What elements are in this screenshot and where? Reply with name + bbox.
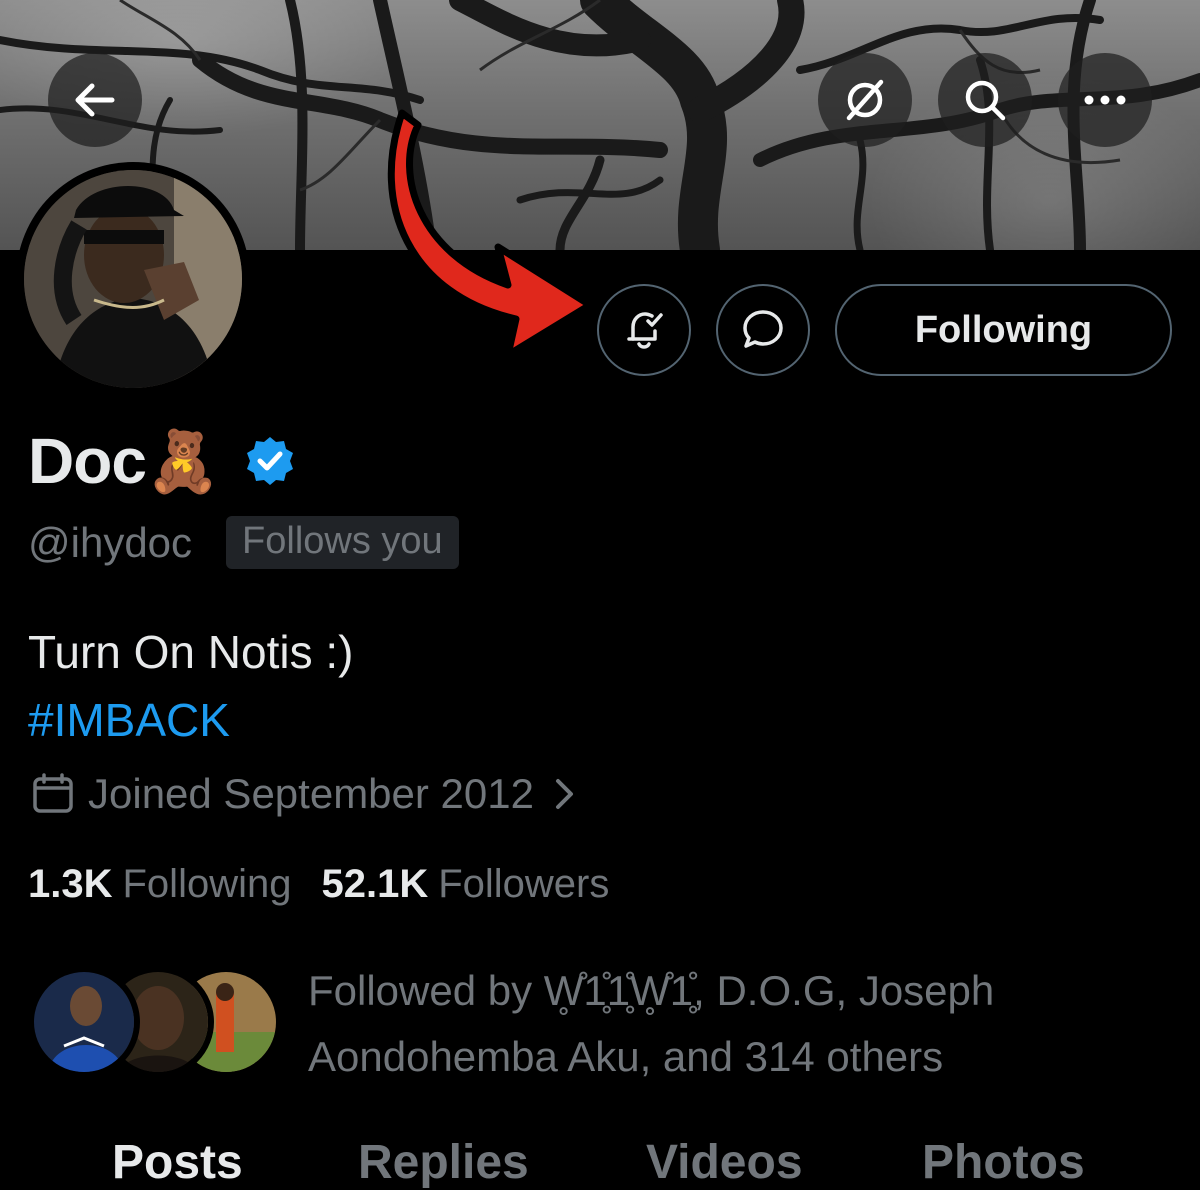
slash-circle-icon (846, 79, 884, 121)
tab-photos[interactable]: Photos (922, 1135, 1085, 1190)
chevron-right-icon (555, 779, 573, 809)
mutual-avatar-1 (28, 966, 140, 1078)
notifications-button[interactable] (597, 284, 691, 376)
profile-bio: Turn On Notis :) #IMBACK (28, 618, 353, 754)
following-button[interactable]: Following (835, 284, 1172, 376)
followed-by-line-2: Aondohemba Aku, and 314 others (308, 1033, 944, 1080)
search-icon (965, 80, 1006, 121)
calendar-icon (33, 773, 73, 813)
message-button[interactable] (716, 284, 810, 376)
following-button-label: Following (914, 308, 1093, 351)
profile-avatar[interactable] (16, 162, 250, 396)
teddy-bear-emoji: 🧸 (145, 427, 221, 495)
following-stat[interactable]: 1.3K Following (28, 862, 291, 907)
bio-hashtag-link[interactable]: #IMBACK (28, 686, 353, 754)
more-horizontal-icon (1084, 95, 1126, 105)
followers-stat-label: Followers (438, 862, 610, 906)
grok-button[interactable] (818, 53, 912, 147)
bell-check-icon (627, 312, 663, 349)
annotation-arrow-icon (387, 109, 594, 359)
profile-name-row: Doc 🧸 (28, 424, 297, 498)
more-button[interactable] (1058, 53, 1152, 147)
tab-replies[interactable]: Replies (358, 1135, 529, 1190)
follows-you-badge: Follows you (226, 516, 459, 569)
profile-tabs: Posts Replies Videos Photos (0, 1135, 1200, 1189)
search-button[interactable] (938, 53, 1032, 147)
followers-stat[interactable]: 52.1K Followers (321, 862, 609, 907)
profile-handle: @ihydoc (28, 518, 193, 566)
handle-row: @ihydoc Follows you (28, 516, 459, 569)
tab-posts[interactable]: Posts (112, 1135, 243, 1190)
followed-by-line-1: Followed by W̥̊1̥̊1̥̊W̥̊1̥̊, D.O.G, Jose… (308, 967, 995, 1014)
follow-stats: 1.3K Following 52.1K Followers (28, 862, 609, 907)
bio-text: Turn On Notis :) (28, 626, 354, 678)
followers-count: 52.1K (321, 862, 429, 906)
following-count: 1.3K (28, 862, 113, 906)
joined-date-row[interactable]: Joined September 2012 (30, 770, 576, 818)
back-button[interactable] (48, 53, 142, 147)
message-bubble-icon (743, 310, 783, 348)
verified-badge-icon[interactable] (243, 434, 297, 488)
tab-videos[interactable]: Videos (646, 1135, 803, 1190)
profile-name: Doc (28, 425, 147, 497)
avatar-image (24, 170, 242, 388)
arrow-left-icon (75, 83, 115, 117)
joined-date: Joined September 2012 (88, 770, 534, 817)
following-stat-label: Following (122, 862, 292, 906)
followed-by-text[interactable]: Followed by W̥̊1̥̊1̥̊W̥̊1̥̊, D.O.G, Jose… (308, 958, 1168, 1090)
